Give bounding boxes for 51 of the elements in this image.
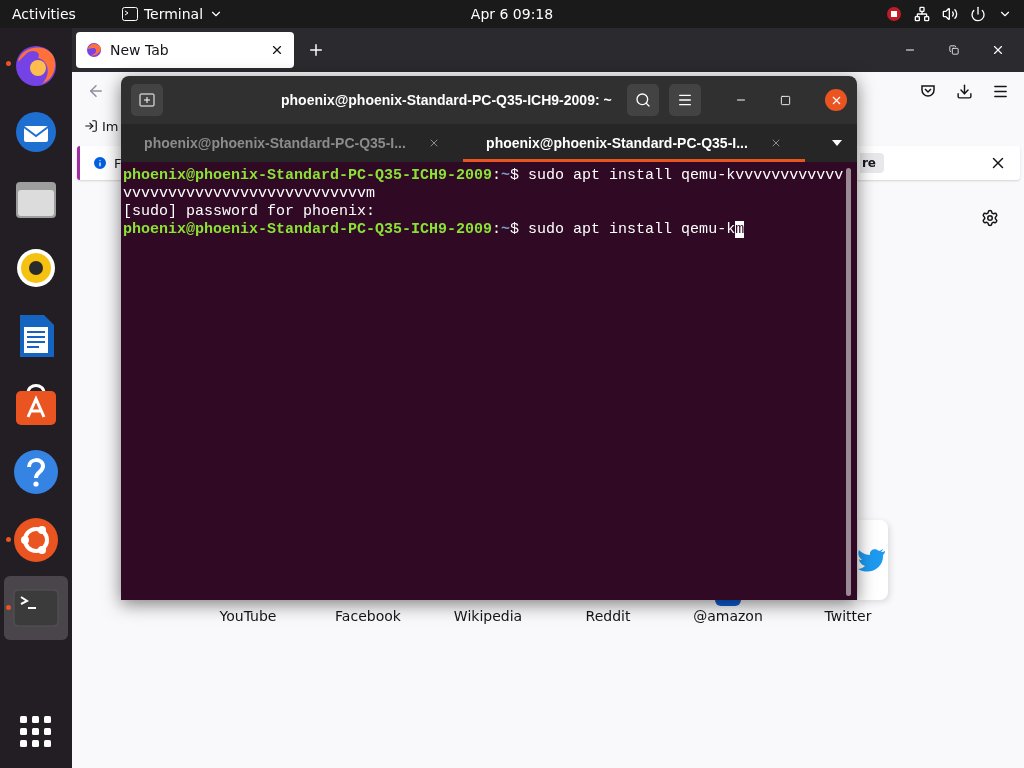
shortcut-label[interactable]: Wikipedia: [453, 608, 523, 624]
download-icon: [955, 82, 973, 100]
maximize-icon: [779, 94, 791, 106]
terminal-line: [sudo] password for phoenix:: [123, 203, 377, 221]
pocket-icon: [920, 83, 936, 99]
terminal-icon: [13, 589, 59, 627]
shortcut-label[interactable]: Reddit: [585, 608, 631, 624]
terminal-line: phoenix@phoenix-Standard-PC-Q35-ICH9-2009:~$ sudo apt install qemu-km: [123, 221, 746, 239]
ubuntu-logo-icon: [13, 517, 59, 563]
search-button[interactable]: [627, 84, 659, 116]
shortcut-label[interactable]: YouTube: [219, 608, 277, 624]
shortcut-tile[interactable]: [858, 520, 888, 600]
terminal-line: phoenix@phoenix-Standard-PC-Q35-ICH9-2009:~$ sudo apt install qemu-kvvvvvvvvvvvv: [123, 167, 845, 185]
terminal-icon: [121, 7, 138, 21]
volume-icon: [942, 6, 958, 22]
text-cursor: m: [735, 221, 745, 238]
app-menu[interactable]: Terminal: [121, 6, 224, 22]
browser-icon: [86, 42, 102, 58]
network-icon: [914, 6, 930, 22]
search-icon: [635, 92, 651, 108]
power-icon: [970, 6, 986, 22]
new-tab-button[interactable]: [131, 84, 163, 116]
shortcut-label[interactable]: Twitter: [824, 608, 872, 624]
window-title: phoenix@phoenix-Standard-PC-Q35-ICH9-2009: ~: [281, 92, 612, 108]
notification-text: F: [114, 155, 122, 171]
bird-icon: [858, 548, 886, 572]
activities-button[interactable]: Activities: [12, 6, 76, 22]
info-icon: [92, 155, 108, 171]
shortcut-label[interactable]: Facebook: [335, 608, 401, 624]
status-icon: [886, 6, 902, 22]
restore-icon: [949, 45, 959, 55]
bookmark-label[interactable]: Im: [102, 118, 119, 134]
speaker-icon: [16, 248, 56, 288]
terminal-tab[interactable]: phoenix@phoenix-Standard-PC-Q35-I...: [121, 124, 463, 162]
clock[interactable]: Apr 6 09:18: [452, 6, 572, 22]
help-icon: [13, 449, 59, 495]
plus-icon: [307, 41, 325, 59]
close-icon: [991, 43, 1005, 57]
new-tab-icon: [139, 92, 155, 108]
shopping-bag-icon: [13, 381, 59, 427]
close-icon[interactable]: [270, 43, 284, 57]
close-button[interactable]: [825, 89, 847, 111]
scrollbar[interactable]: [846, 168, 851, 596]
menu-icon: [677, 92, 693, 108]
import-icon: [84, 119, 98, 133]
browser-tab[interactable]: New Tab: [76, 32, 294, 68]
shortcut-label[interactable]: @amazon: [693, 608, 763, 624]
notification-button[interactable]: re: [859, 153, 884, 173]
terminal-line: vvvvvvvvvvvvvvvvvvvvvvvvvvvm: [123, 185, 377, 203]
settings-icon: [981, 209, 999, 227]
menu-button[interactable]: [669, 84, 701, 116]
